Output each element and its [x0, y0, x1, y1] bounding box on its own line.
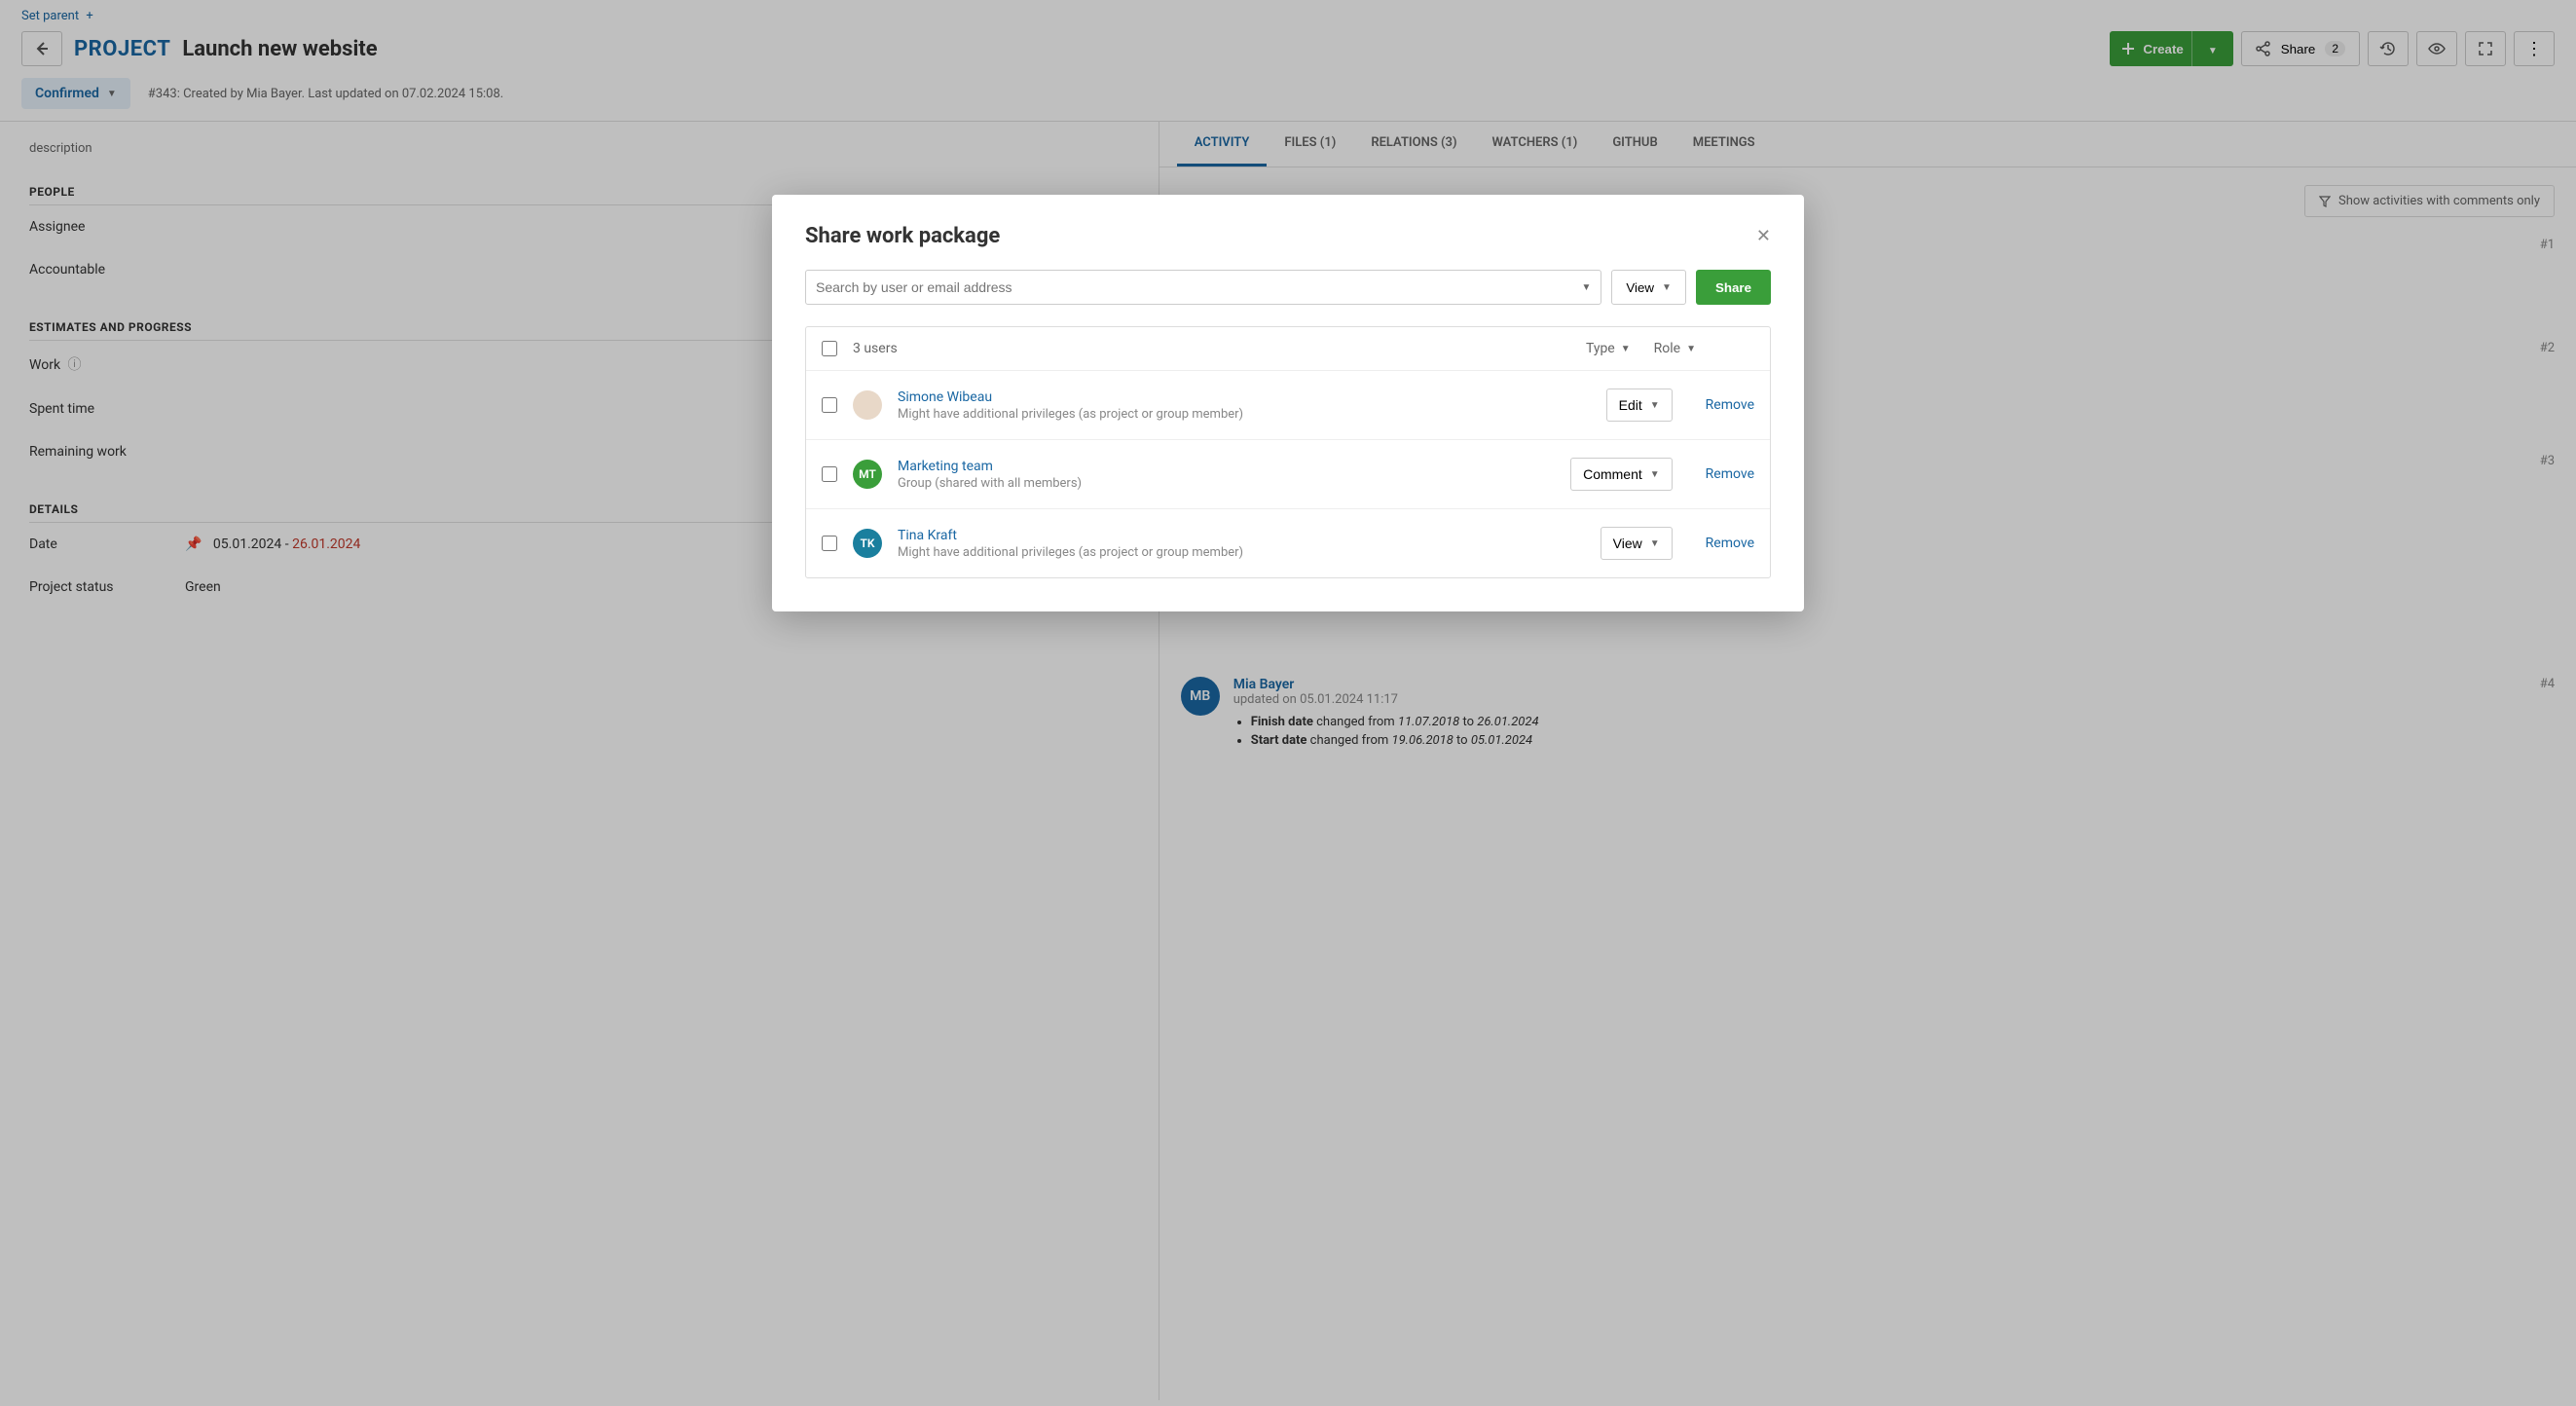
user-role-dropdown[interactable]: Comment ▼ — [1570, 458, 1673, 491]
user-role-label: View — [1613, 536, 1642, 551]
table-header: 3 users Type ▼ Role ▼ — [806, 327, 1770, 371]
modal-overlay: Share work package ✕ ▼ View ▼ Share 3 us… — [0, 0, 2576, 1406]
invite-role-label: View — [1626, 280, 1654, 295]
user-sub: Group (shared with all members) — [898, 476, 1555, 491]
chevron-down-icon: ▼ — [1650, 469, 1660, 480]
chevron-down-icon: ▼ — [1650, 400, 1660, 411]
close-icon: ✕ — [1756, 226, 1771, 245]
avatar: TK — [853, 529, 882, 558]
user-role-label: Edit — [1619, 397, 1642, 413]
user-role-dropdown[interactable]: View ▼ — [1601, 527, 1673, 560]
row-checkbox[interactable] — [822, 397, 837, 413]
share-modal: Share work package ✕ ▼ View ▼ Share 3 us… — [772, 195, 1804, 611]
chevron-down-icon: ▼ — [1650, 538, 1660, 549]
user-name-link[interactable]: Tina Kraft — [898, 528, 957, 543]
share-submit-button[interactable]: Share — [1696, 270, 1771, 305]
user-search-wrap: ▼ — [805, 270, 1601, 305]
avatar — [853, 390, 882, 420]
remove-link[interactable]: Remove — [1706, 466, 1754, 482]
shared-users-table: 3 users Type ▼ Role ▼ Simone Wibeau Might… — [805, 326, 1771, 578]
user-count: 3 users — [853, 341, 898, 356]
user-sub: Might have additional privileges (as pro… — [898, 407, 1591, 422]
remove-link[interactable]: Remove — [1706, 397, 1754, 413]
user-name-link[interactable]: Simone Wibeau — [898, 389, 992, 405]
chevron-down-icon: ▼ — [1621, 344, 1631, 354]
table-row: TK Tina Kraft Might have additional privil… — [806, 509, 1770, 577]
user-name-link[interactable]: Marketing team — [898, 459, 993, 474]
user-search-input[interactable] — [816, 279, 1581, 295]
user-role-dropdown[interactable]: Edit ▼ — [1606, 388, 1673, 422]
table-row: MT Marketing team Group (shared with all m… — [806, 440, 1770, 509]
remove-link[interactable]: Remove — [1706, 536, 1754, 551]
chevron-down-icon[interactable]: ▼ — [1581, 282, 1591, 293]
type-column-sort[interactable]: Type ▼ — [1586, 341, 1631, 356]
chevron-down-icon: ▼ — [1686, 344, 1696, 354]
chevron-down-icon: ▼ — [1662, 282, 1672, 293]
avatar: MT — [853, 460, 882, 489]
close-button[interactable]: ✕ — [1756, 226, 1771, 246]
select-all-checkbox[interactable] — [822, 341, 837, 356]
row-checkbox[interactable] — [822, 536, 837, 551]
user-role-label: Comment — [1583, 466, 1642, 482]
invite-role-dropdown[interactable]: View ▼ — [1611, 270, 1686, 305]
modal-title: Share work package — [805, 224, 1000, 248]
role-column-sort[interactable]: Role ▼ — [1654, 341, 1696, 356]
row-checkbox[interactable] — [822, 466, 837, 482]
user-sub: Might have additional privileges (as pro… — [898, 545, 1585, 560]
table-row: Simone Wibeau Might have additional privi… — [806, 371, 1770, 440]
